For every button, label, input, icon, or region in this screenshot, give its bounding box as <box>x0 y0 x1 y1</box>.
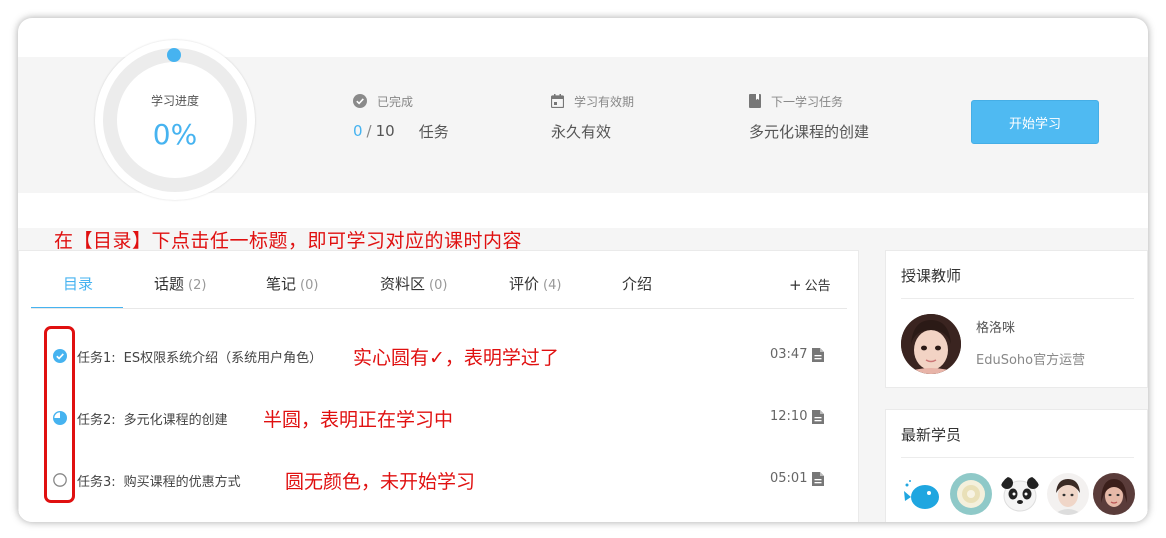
document-icon <box>812 409 824 424</box>
task-title[interactable]: 任务1: ES权限系统介绍（系统用户角色） <box>77 347 322 366</box>
students-panel-title: 最新学员 <box>901 426 962 444</box>
notice-button[interactable]: + 公告 <box>789 275 831 294</box>
tab-notes[interactable]: 笔记 (0) <box>266 273 318 294</box>
task-index: 任务3: <box>77 475 116 490</box>
students-panel-divider <box>901 457 1134 458</box>
document-icon <box>812 347 824 362</box>
tab-reviews-label: 评价 <box>509 275 540 293</box>
start-learning-button[interactable]: 开始学习 <box>971 100 1099 144</box>
student-avatar[interactable] <box>1093 473 1135 515</box>
teacher-panel: 授课教师 格洛咪 EduSoho官方运营 <box>885 250 1148 388</box>
book-icon <box>749 94 761 108</box>
tab-intro-label: 介绍 <box>622 275 653 293</box>
teacher-organization: EduSoho官方运营 <box>976 353 1086 368</box>
task-title[interactable]: 任务3: 购买课程的优惠方式 <box>77 471 241 490</box>
stat-next-task: 下一学习任务 多元化课程的创建 <box>749 92 869 142</box>
student-avatar[interactable] <box>950 473 992 515</box>
task-index: 任务1: <box>77 351 116 366</box>
student-avatar[interactable] <box>1047 473 1089 515</box>
teacher-panel-title: 授课教师 <box>901 267 962 285</box>
completed-unit: 任务 <box>418 122 449 141</box>
teacher-name[interactable]: 格洛咪 <box>976 317 1015 336</box>
task-duration: 03:47 <box>770 347 808 362</box>
total-count: 10 <box>375 122 395 140</box>
task-duration: 05:01 <box>770 471 808 486</box>
tab-topics-label: 话题 <box>154 275 185 293</box>
stat-validity: 学习有效期 永久有效 <box>551 92 634 142</box>
tab-notes-count: (0) <box>300 278 319 293</box>
notice-button-label: 公告 <box>804 279 831 294</box>
tab-topics[interactable]: 话题 (2) <box>154 273 206 294</box>
task-name: ES权限系统介绍（系统用户角色） <box>123 351 323 366</box>
course-tabs-card: 目录 话题 (2) 笔记 (0) 资料区 (0) 评价 (4) 介绍 + 公告 任务1: E… <box>18 250 859 522</box>
tab-materials[interactable]: 资料区 (0) <box>380 273 447 294</box>
document-icon <box>812 471 824 486</box>
task-item[interactable]: 任务3: 购买课程的优惠方式 圆无颜色，未开始学习 05:01 <box>19 467 860 493</box>
check-circle-icon <box>353 94 367 108</box>
task-index: 任务2: <box>77 413 116 428</box>
course-page-frame: 学习进度 0% 已完成 0 / 10 任务 学习有效期 永久有效 下一学习任务 … <box>18 18 1148 522</box>
teacher-avatar[interactable] <box>901 314 961 374</box>
annotation-in-progress: 半圆，表明正在学习中 <box>263 409 454 431</box>
progress-label: 学习进度 <box>150 94 199 108</box>
tab-intro[interactable]: 介绍 <box>622 273 652 294</box>
tab-reviews-count: (4) <box>543 278 562 293</box>
tab-topics-count: (2) <box>188 278 207 293</box>
calendar-icon <box>551 94 564 108</box>
tab-notes-label: 笔记 <box>266 275 297 293</box>
annotation-completed: 实心圆有✓，表明学过了 <box>353 347 559 369</box>
annotation-status-highlight <box>44 326 75 503</box>
annotation-not-started: 圆无颜色，未开始学习 <box>285 471 476 493</box>
task-name: 多元化课程的创建 <box>123 413 228 428</box>
course-tabs: 目录 话题 (2) 笔记 (0) 资料区 (0) 评价 (4) 介绍 + 公告 <box>19 251 860 309</box>
students-panel: 最新学员 <box>885 409 1148 522</box>
stat-completed-label: 已完成 <box>377 94 414 109</box>
teacher-panel-divider <box>901 298 1134 299</box>
tab-materials-count: (0) <box>429 278 448 293</box>
tabs-divider <box>31 308 847 309</box>
progress-ring: 学习进度 0% <box>95 40 255 200</box>
progress-ring-marker <box>167 48 181 62</box>
task-name: 购买课程的优惠方式 <box>123 475 241 490</box>
task-item[interactable]: 任务1: ES权限系统介绍（系统用户角色） 实心圆有✓，表明学过了 03:47 <box>19 343 860 369</box>
completed-count: 0 <box>353 122 363 140</box>
stat-completed: 已完成 0 / 10 任务 <box>353 92 449 142</box>
tab-catalog-label: 目录 <box>63 275 94 293</box>
task-duration: 12:10 <box>770 409 808 424</box>
annotation-catalog-hint: 在【目录】下点击任一标题，即可学习对应的课时内容 <box>54 230 523 252</box>
tab-materials-label: 资料区 <box>380 275 426 293</box>
stat-validity-label: 学习有效期 <box>574 94 635 109</box>
student-avatar[interactable] <box>901 473 943 515</box>
plus-icon: + <box>789 276 802 294</box>
tab-catalog[interactable]: 目录 <box>63 273 93 294</box>
task-item[interactable]: 任务2: 多元化课程的创建 半圆，表明正在学习中 12:10 <box>19 405 860 431</box>
completed-separator: / <box>366 122 372 140</box>
stat-next-task-label: 下一学习任务 <box>771 94 844 109</box>
next-task-value[interactable]: 多元化课程的创建 <box>749 121 869 142</box>
progress-value: 0% <box>152 118 198 151</box>
validity-value: 永久有效 <box>551 122 612 141</box>
student-avatar[interactable] <box>999 473 1041 515</box>
tab-reviews[interactable]: 评价 (4) <box>509 273 561 294</box>
task-title[interactable]: 任务2: 多元化课程的创建 <box>77 409 228 428</box>
